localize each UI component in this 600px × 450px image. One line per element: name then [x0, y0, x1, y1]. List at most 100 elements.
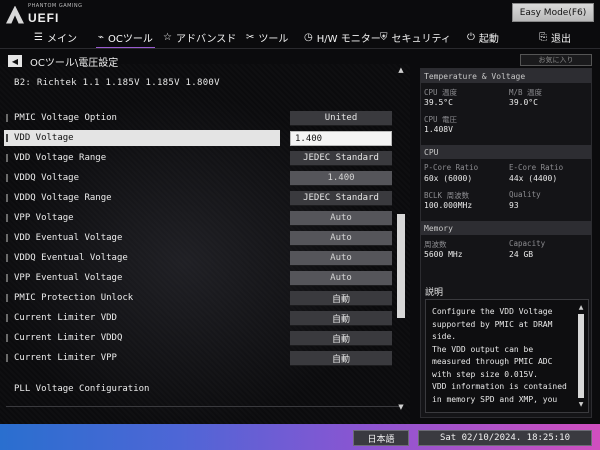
- language-button[interactable]: 日本語: [353, 430, 409, 446]
- scroll-thumb[interactable]: [578, 314, 584, 398]
- pcore-label: P-Core Ratio: [424, 163, 479, 172]
- cpu-temp-value: 39.5°C: [424, 98, 453, 107]
- setting-value[interactable]: Auto: [290, 271, 392, 286]
- setting-row[interactable]: PMIC Protection Unlock 自動: [4, 290, 400, 306]
- easy-mode-button[interactable]: Easy Mode(F6): [512, 3, 594, 22]
- list-scrollbar[interactable]: ▲ ▼: [396, 66, 406, 411]
- description-header: 説明: [425, 288, 444, 298]
- setting-row[interactable]: VDD Voltage Range JEDEC Standard: [4, 150, 400, 166]
- ecore-value: 44x (4400): [509, 174, 558, 183]
- setting-row[interactable]: PMIC Voltage Option United: [4, 110, 400, 126]
- ecore-label: E-Core Ratio: [509, 163, 564, 172]
- tab-exit[interactable]: ⎘ 退出: [539, 27, 571, 47]
- cpu-voltage-value: 1.408V: [424, 125, 453, 134]
- description-box: Configure the VDD Voltage supported by P…: [425, 299, 589, 413]
- setting-value[interactable]: 自動: [290, 311, 392, 326]
- setting-value[interactable]: United: [290, 111, 392, 126]
- tab-label: メイン: [46, 33, 77, 45]
- setting-row-selected[interactable]: VDD Voltage 1.400: [4, 130, 400, 146]
- tab-label: 起動: [478, 33, 499, 45]
- oc-gauge-icon: ⌁: [98, 31, 105, 43]
- setting-value[interactable]: JEDEC Standard: [290, 151, 392, 166]
- tab-tools[interactable]: ✂ ツール: [246, 27, 288, 47]
- bclk-label: BCLK 周波数: [424, 191, 470, 200]
- setting-label: VDD Voltage: [4, 130, 280, 146]
- setting-value[interactable]: 自動: [290, 291, 392, 306]
- quality-value: 93: [509, 201, 519, 210]
- scroll-down-arrow-icon[interactable]: ▼: [396, 403, 406, 411]
- phantom-gaming-logo-icon: [6, 5, 24, 24]
- tab-advanced[interactable]: ☆ アドバンスド: [163, 27, 236, 47]
- top-bar: PHANTOM GAMING UEFI Easy Mode(F6): [0, 0, 600, 27]
- mb-temp-value: 39.0°C: [509, 98, 538, 107]
- scroll-up-arrow-icon[interactable]: ▲: [396, 66, 406, 74]
- setting-label: VDDQ Voltage Range: [4, 190, 280, 206]
- settings-list: B2: Richtek 1.1 1.185V 1.185V 1.800V PMI…: [0, 66, 410, 416]
- tab-oc-tools[interactable]: ⌁ OCツール: [96, 27, 155, 49]
- setting-value[interactable]: JEDEC Standard: [290, 191, 392, 206]
- shield-icon: ⛨: [380, 31, 388, 43]
- brand-small-text: PHANTOM GAMING: [28, 3, 83, 9]
- setting-row[interactable]: VDDQ Eventual Voltage Auto: [4, 250, 400, 266]
- tab-divider: [0, 48, 600, 49]
- mb-temp-label: M/B 温度: [509, 88, 543, 97]
- setting-value[interactable]: 自動: [290, 331, 392, 346]
- favorites-box[interactable]: お気に入り: [520, 54, 592, 66]
- setting-row[interactable]: Current Limiter VDD 自動: [4, 310, 400, 326]
- mem-capacity-value: 24 GB: [509, 250, 534, 259]
- datetime-display[interactable]: Sat 02/10/2024. 18:25:10: [418, 430, 592, 446]
- mem-freq-label: 周波数: [424, 240, 447, 249]
- setting-value[interactable]: Auto: [290, 231, 392, 246]
- tab-main[interactable]: ☰ メイン: [34, 27, 77, 47]
- tab-boot[interactable]: ⏻ 起動: [467, 27, 499, 47]
- scroll-up-arrow-icon[interactable]: ▲: [577, 304, 585, 311]
- brand-uefi-text: UEFI: [28, 11, 60, 25]
- setting-value[interactable]: 1.400: [290, 171, 392, 186]
- tab-label: OCツール: [108, 33, 153, 45]
- tab-label: H/W モニター: [316, 33, 381, 45]
- brand-logo: PHANTOM GAMING UEFI: [6, 4, 83, 25]
- setting-row[interactable]: VDD Eventual Voltage Auto: [4, 230, 400, 246]
- memory-header: Memory: [421, 221, 591, 235]
- temp-voltage-header: Temperature & Voltage: [421, 69, 591, 83]
- pmic-info-line: B2: Richtek 1.1 1.185V 1.185V 1.800V: [14, 78, 220, 88]
- scroll-thumb[interactable]: [397, 214, 405, 318]
- setting-row[interactable]: VDDQ Voltage 1.400: [4, 170, 400, 186]
- info-panel: Temperature & Voltage CPU 温度 39.5°C M/B …: [420, 68, 592, 418]
- quality-label: Quality: [509, 190, 541, 199]
- mem-freq-value: 5600 MHz: [424, 250, 463, 259]
- bclk-value: 100.000MHz: [424, 201, 473, 210]
- tab-label: 退出: [551, 33, 571, 45]
- setting-label: VPP Voltage: [4, 210, 280, 226]
- setting-label: Current Limiter VPP: [4, 350, 280, 366]
- cpu-voltage-label: CPU 電圧: [424, 115, 458, 124]
- setting-row[interactable]: VDDQ Voltage Range JEDEC Standard: [4, 190, 400, 206]
- menu-icon: ☰: [34, 31, 43, 43]
- setting-label: VDDQ Voltage: [4, 170, 280, 186]
- setting-value[interactable]: Auto: [290, 211, 392, 226]
- star-icon: ☆: [163, 31, 172, 43]
- setting-label: PMIC Protection Unlock: [4, 290, 280, 306]
- tab-hw-monitor[interactable]: ◷ H/W モニター: [304, 27, 381, 47]
- setting-label: VDD Voltage Range: [4, 150, 280, 166]
- setting-value[interactable]: Auto: [290, 251, 392, 266]
- setting-label: PMIC Voltage Option: [4, 110, 280, 126]
- setting-label: Current Limiter VDD: [4, 310, 280, 326]
- description-scrollbar[interactable]: ▲ ▼: [577, 304, 585, 408]
- setting-row[interactable]: Current Limiter VPP 自動: [4, 350, 400, 366]
- pll-voltage-config-link[interactable]: PLL Voltage Configuration: [14, 384, 149, 394]
- setting-label: VPP Eventual Voltage: [4, 270, 280, 286]
- setting-row[interactable]: VPP Voltage Auto: [4, 210, 400, 226]
- power-icon: ⏻: [467, 31, 475, 43]
- scroll-down-arrow-icon[interactable]: ▼: [577, 401, 585, 408]
- setting-row[interactable]: VPP Eventual Voltage Auto: [4, 270, 400, 286]
- tab-security[interactable]: ⛨ セキュリティ: [380, 27, 451, 47]
- vdd-voltage-input[interactable]: 1.400: [290, 131, 392, 146]
- description-text: Configure the VDD Voltage supported by P…: [432, 307, 567, 404]
- back-arrow-icon: ◀: [11, 56, 19, 66]
- setting-row[interactable]: Current Limiter VDDQ 自動: [4, 330, 400, 346]
- tab-label: ツール: [258, 33, 289, 45]
- setting-value[interactable]: 自動: [290, 351, 392, 366]
- setting-label: Current Limiter VDDQ: [4, 330, 280, 346]
- tab-label: アドバンスド: [175, 33, 237, 45]
